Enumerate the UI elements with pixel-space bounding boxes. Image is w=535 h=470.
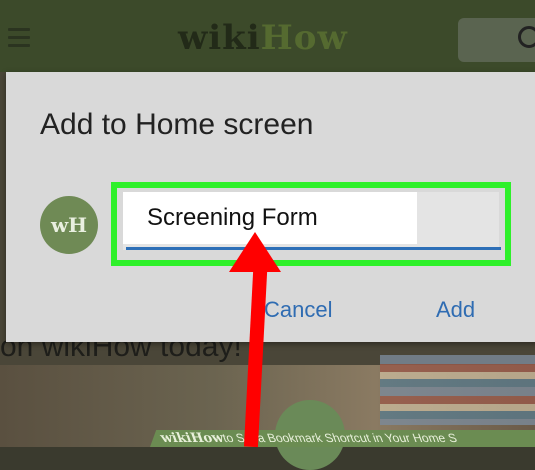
dialog-title: Add to Home screen: [40, 108, 314, 141]
input-underline: [126, 247, 501, 250]
hamburger-icon[interactable]: [8, 28, 30, 47]
search-box[interactable]: [458, 18, 535, 62]
search-icon[interactable]: [518, 26, 535, 48]
app-icon: wH: [40, 196, 98, 254]
caption-brand: wikiHow: [158, 431, 227, 446]
site-logo: wikiHow: [178, 18, 348, 58]
shortcut-name-field[interactable]: [123, 192, 501, 250]
cancel-button[interactable]: Cancel: [264, 297, 332, 323]
logo-how: How: [260, 18, 348, 58]
image-caption: wikiHow to Set a Bookmark Shortcut in Yo…: [150, 430, 535, 447]
books-illustration: [380, 355, 535, 425]
logo-wiki: wiki: [178, 18, 261, 58]
app-header: wikiHow: [0, 0, 535, 72]
add-to-home-dialog: Add to Home screen wH Cancel Add: [6, 72, 535, 342]
add-button[interactable]: Add: [436, 297, 475, 323]
